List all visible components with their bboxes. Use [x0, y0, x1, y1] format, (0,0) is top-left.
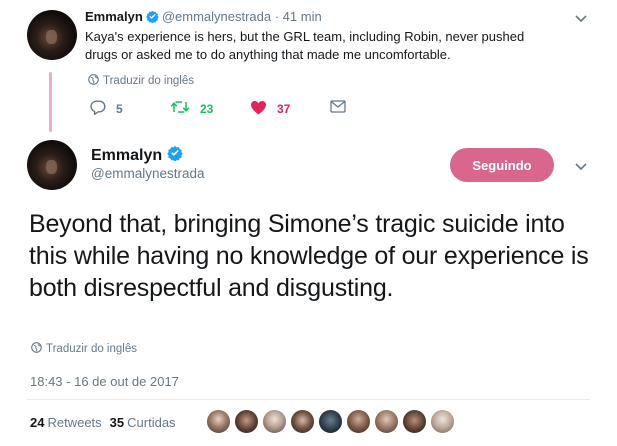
retweet-button[interactable]: 23 [170, 100, 213, 117]
likes-label[interactable]: Curtidas [127, 415, 175, 430]
verified-icon [167, 145, 183, 166]
following-button[interactable]: Seguindo [450, 148, 554, 182]
liker-avatar[interactable] [262, 409, 287, 434]
chevron-down-icon[interactable] [574, 159, 588, 177]
liker-avatar[interactable] [374, 409, 399, 434]
liker-avatar[interactable] [234, 409, 259, 434]
like-count: 37 [277, 102, 291, 116]
tweet-text: Beyond that, bringing Simone’s tragic su… [29, 210, 589, 302]
reply-author-handle[interactable]: @emmalynestrada [162, 9, 271, 24]
likes-count[interactable]: 35 [110, 415, 124, 430]
tweet-author-name[interactable]: Emmalyn [91, 147, 162, 165]
likers-avatars [206, 409, 458, 435]
heart-icon [250, 100, 277, 118]
reply-translate-label: Traduzir do inglês [103, 75, 194, 87]
liker-avatar[interactable] [290, 409, 315, 434]
retweet-count: 23 [200, 101, 214, 116]
reply-icon [90, 100, 116, 118]
reply-count: 5 [116, 102, 123, 116]
chevron-down-icon[interactable] [574, 11, 588, 29]
globe-icon [31, 342, 42, 356]
reply-button[interactable]: 5 [90, 100, 123, 118]
tweet-translate-label: Traduzir do inglês [46, 343, 137, 355]
tweet-avatar[interactable] [27, 140, 77, 190]
tweet-author[interactable]: Emmalyn [91, 145, 186, 166]
dm-button[interactable] [330, 100, 356, 116]
like-button[interactable]: 37 [250, 100, 290, 118]
tweet-author-handle[interactable]: @emmalynestrada [91, 166, 205, 181]
liker-avatar[interactable] [318, 409, 343, 434]
liker-avatar[interactable] [206, 409, 231, 434]
globe-icon [88, 74, 99, 88]
reply-avatar[interactable] [27, 10, 77, 60]
liker-avatar[interactable] [402, 409, 427, 434]
retweets-count[interactable]: 24 [30, 415, 44, 430]
tweet-timestamp[interactable]: 18:43 - 16 de out de 2017 [30, 374, 179, 389]
tweet-stats: 24 Retweets 35 Curtidas [30, 415, 184, 430]
liker-avatar[interactable] [346, 409, 371, 434]
thread-line [49, 72, 52, 132]
liker-avatar[interactable] [430, 409, 455, 434]
reply-author-name[interactable]: Emmalyn [85, 9, 143, 24]
retweets-label[interactable]: Retweets [47, 415, 101, 430]
stats-divider [27, 399, 590, 400]
reply-text: Kaya's experience is hers, but the GRL t… [85, 29, 525, 62]
verified-icon [146, 10, 159, 26]
reply-translate-link[interactable]: Traduzir do inglês [88, 74, 194, 88]
retweet-icon [170, 100, 200, 117]
reply-time[interactable]: · 41 min [275, 9, 322, 24]
tweet-translate-link[interactable]: Traduzir do inglês [31, 342, 137, 356]
reply-header: Emmalyn @emmalynestrada · 41 min [85, 9, 322, 26]
dm-icon [330, 100, 356, 116]
